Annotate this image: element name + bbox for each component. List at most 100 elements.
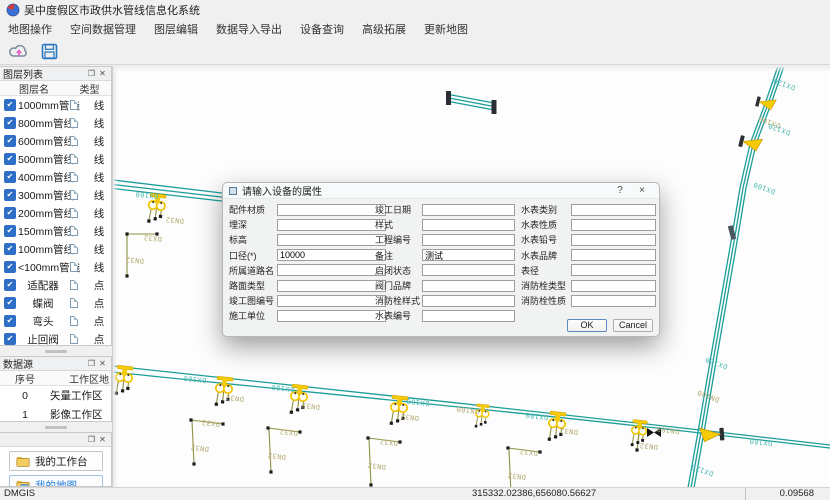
field-label: 竣工图编号: [229, 294, 277, 307]
dialog-field-row: 路面类型: [229, 278, 386, 293]
close-panel-icon[interactable]: ✕: [97, 435, 108, 444]
datasource-col-workspace: 工作区地: [50, 371, 111, 386]
field-input[interactable]: [422, 249, 515, 261]
field-input[interactable]: [571, 204, 656, 216]
pipe-size-label: DX32: [143, 233, 162, 243]
layer-row[interactable]: ✔适配器点: [0, 276, 111, 294]
layer-checkbox[interactable]: ✔: [4, 135, 16, 147]
datasource-row[interactable]: 1影像工作区: [0, 405, 111, 422]
left-dock: 图层列表 ❐ ✕ 图层名 类型 ✔1000mm管线线✔800mm管线线✔600m…: [0, 66, 113, 487]
float-panel-icon[interactable]: ❐: [86, 435, 97, 444]
menu-item-5[interactable]: 高级拓展: [362, 21, 406, 37]
layer-row[interactable]: ✔<100mm管线线: [0, 258, 111, 276]
menu-item-0[interactable]: 地图操作: [8, 21, 52, 37]
layer-checkbox[interactable]: ✔: [4, 99, 16, 111]
field-input[interactable]: [277, 249, 386, 261]
document-icon: [70, 334, 78, 344]
field-input[interactable]: [277, 219, 386, 231]
field-input[interactable]: [277, 310, 386, 322]
layer-checkbox[interactable]: ✔: [4, 243, 16, 255]
layer-type: 线: [91, 242, 107, 257]
splitter-handle[interactable]: [0, 422, 112, 432]
layer-name: 150mm管线: [18, 224, 68, 239]
layer-row[interactable]: ✔500mm管线线: [0, 150, 111, 168]
save-button[interactable]: [38, 40, 60, 62]
field-input[interactable]: [277, 234, 386, 246]
field-input[interactable]: [422, 310, 515, 322]
layer-row[interactable]: ✔100mm管线线: [0, 240, 111, 258]
field-input[interactable]: [422, 234, 515, 246]
layer-checkbox[interactable]: ✔: [4, 279, 16, 291]
field-input[interactable]: [422, 280, 515, 292]
layer-row[interactable]: ✔1000mm管线线: [0, 96, 111, 114]
layer-checkbox[interactable]: ✔: [4, 333, 16, 345]
field-input[interactable]: [422, 219, 515, 231]
document-icon: [70, 316, 78, 326]
layer-checkbox[interactable]: ✔: [4, 261, 16, 273]
field-input[interactable]: [571, 280, 656, 292]
float-panel-icon[interactable]: ❐: [86, 359, 97, 368]
dialog-field-row: 消防栓样式: [375, 293, 515, 308]
layer-row[interactable]: ✔800mm管线线: [0, 114, 111, 132]
menu-item-3[interactable]: 数据导入导出: [216, 21, 282, 37]
field-input[interactable]: [571, 295, 656, 307]
layer-checkbox[interactable]: ✔: [4, 225, 16, 237]
layer-row[interactable]: ✔弯头点: [0, 312, 111, 330]
cloud-upload-button[interactable]: [8, 40, 30, 62]
field-input[interactable]: [277, 295, 386, 307]
field-input[interactable]: [571, 249, 656, 261]
field-input[interactable]: [571, 234, 656, 246]
field-input[interactable]: [422, 264, 515, 276]
menu-item-1[interactable]: 空间数据管理: [70, 21, 136, 37]
layer-row[interactable]: ✔蝶阀点: [0, 294, 111, 312]
field-label: 施工单位: [229, 309, 277, 322]
layer-checkbox[interactable]: ✔: [4, 189, 16, 201]
layer-checkbox[interactable]: ✔: [4, 117, 16, 129]
datasource-row[interactable]: 0矢量工作区: [0, 386, 111, 405]
field-input[interactable]: [571, 219, 656, 231]
layer-checkbox[interactable]: ✔: [4, 207, 16, 219]
ok-button[interactable]: OK: [567, 319, 607, 332]
layer-row[interactable]: ✔200mm管线线: [0, 204, 111, 222]
my-map-button[interactable]: 我的地图: [9, 475, 103, 487]
menu-item-2[interactable]: 图层编辑: [154, 21, 198, 37]
layer-row[interactable]: ✔150mm管线线: [0, 222, 111, 240]
dialog-field-row: 施工单位: [229, 308, 386, 323]
layer-row[interactable]: ✔400mm管线线: [0, 168, 111, 186]
layer-checkbox[interactable]: ✔: [4, 153, 16, 165]
datasource-panel: 数据源 ❐ ✕ 序号 工作区地 0矢量工作区1影像工作区: [0, 356, 112, 422]
layer-row[interactable]: ✔600mm管线线: [0, 132, 111, 150]
layer-type: 线: [91, 116, 107, 131]
field-label: 埋深: [229, 218, 277, 231]
layer-checkbox[interactable]: ✔: [4, 171, 16, 183]
field-input[interactable]: [422, 204, 515, 216]
layer-checkbox[interactable]: ✔: [4, 297, 16, 309]
field-input[interactable]: [277, 204, 386, 216]
close-panel-icon[interactable]: ✕: [97, 69, 108, 78]
help-icon[interactable]: ?: [609, 185, 631, 196]
close-icon[interactable]: ×: [631, 185, 653, 196]
pipe-size-label: DX32: [379, 437, 398, 447]
menu-item-6[interactable]: 更新地图: [424, 21, 468, 37]
dialog-field-row: 水表铅号: [521, 232, 656, 247]
field-label: 水表编号: [375, 309, 422, 322]
pipe-size-label: DN32: [165, 215, 184, 225]
menu-item-4[interactable]: 设备查询: [300, 21, 344, 37]
pipe-size-label: DN32: [225, 393, 244, 403]
cancel-button[interactable]: Cancel: [613, 319, 653, 332]
field-input[interactable]: [277, 264, 386, 276]
splitter-handle[interactable]: [0, 346, 112, 356]
titlebar: 吴中度假区市政供水管线信息化系统: [0, 0, 830, 20]
field-input[interactable]: [422, 295, 515, 307]
field-input[interactable]: [571, 264, 656, 276]
layers-panel-title: 图层列表: [3, 66, 86, 81]
pipe-size-label: DN32: [559, 426, 578, 436]
float-panel-icon[interactable]: ❐: [86, 69, 97, 78]
close-panel-icon[interactable]: ✕: [97, 359, 108, 368]
layer-row[interactable]: ✔止回阀点: [0, 330, 111, 345]
layer-checkbox[interactable]: ✔: [4, 315, 16, 327]
my-workbench-button[interactable]: 我的工作台: [9, 451, 103, 471]
dialog-field-row: 水表品牌: [521, 248, 656, 263]
layer-row[interactable]: ✔300mm管线线: [0, 186, 111, 204]
field-input[interactable]: [277, 280, 386, 292]
